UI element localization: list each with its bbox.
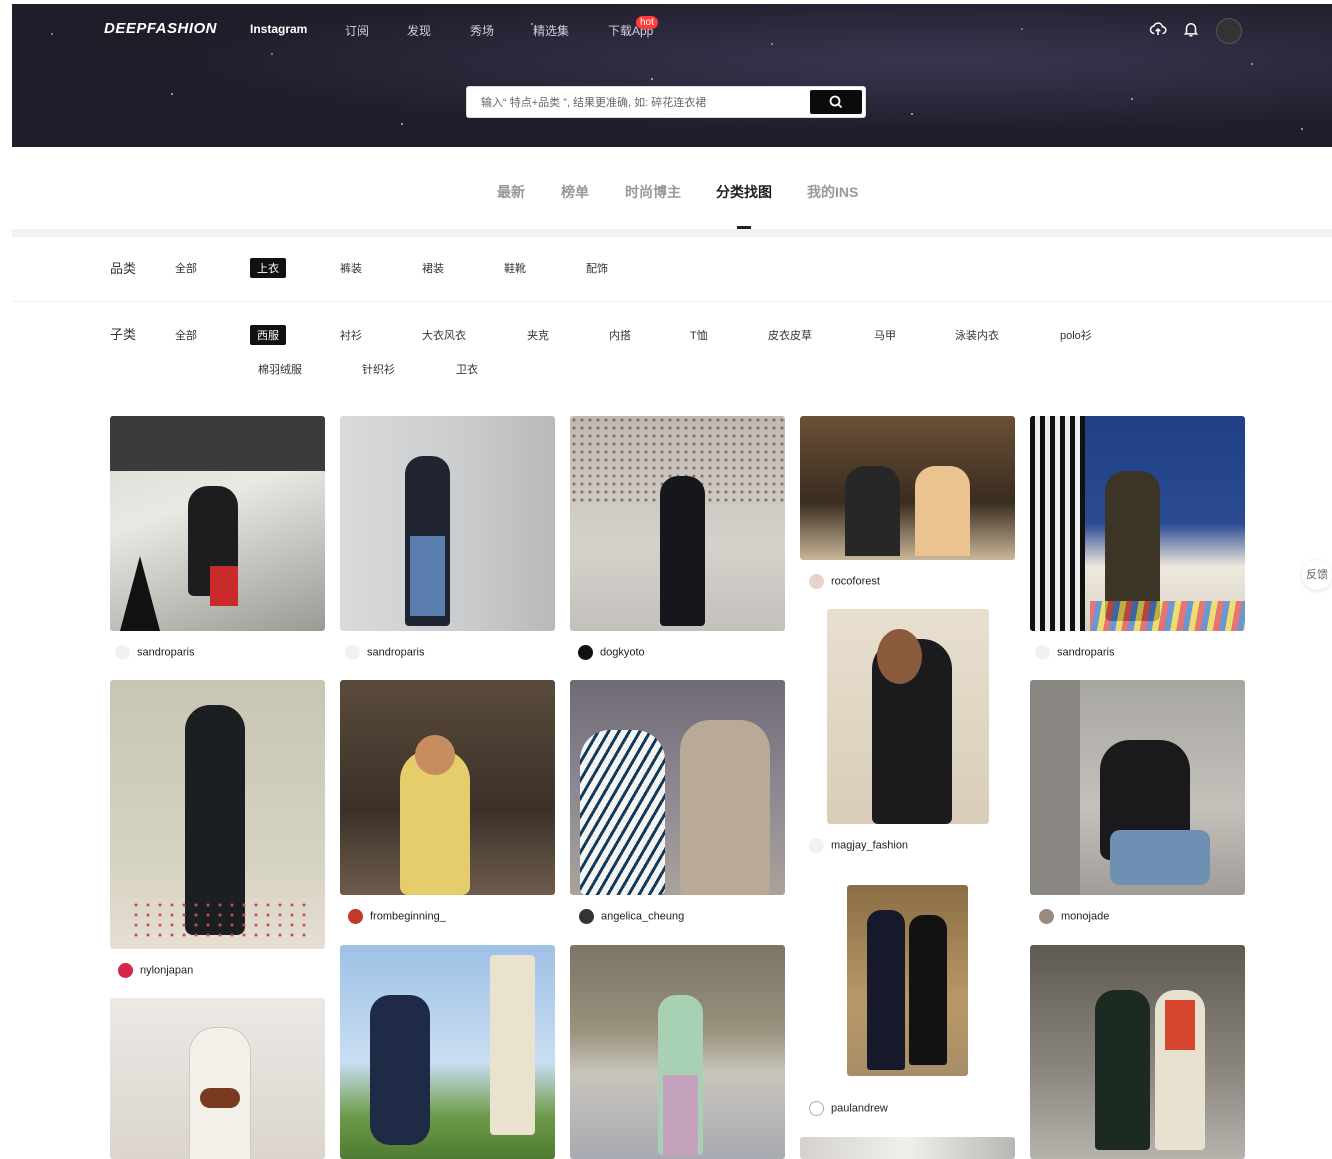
feed-user[interactable]: nylonjapan <box>118 963 193 978</box>
sub-option-jacket[interactable]: 夹克 <box>527 327 549 343</box>
feed-photo[interactable] <box>570 416 785 631</box>
section-tabs: 最新 榜单 时尚博主 分类找图 我的INS <box>0 182 1332 202</box>
feed-user[interactable]: frombeginning_ <box>348 909 446 924</box>
sub-option-polo[interactable]: polo衫 <box>1060 327 1092 343</box>
category-option-skirts[interactable]: 裙装 <box>422 260 444 276</box>
sub-option-all[interactable]: 全部 <box>175 327 197 343</box>
user-avatar <box>809 838 824 853</box>
feed-photo[interactable] <box>1030 680 1245 895</box>
sub-option-coat[interactable]: 大衣风衣 <box>422 327 466 343</box>
hot-badge: hot <box>636 16 658 29</box>
category-label: 品类 <box>110 261 137 276</box>
search-bar <box>467 87 865 119</box>
feed-photo[interactable] <box>1030 416 1245 631</box>
feed-photo[interactable] <box>570 945 785 1159</box>
user-avatar <box>115 645 130 660</box>
feed-photo[interactable] <box>110 998 325 1159</box>
sub-option-suit[interactable]: 西服 <box>250 325 286 345</box>
category-option-pants[interactable]: 裤装 <box>340 260 362 276</box>
category-option-all[interactable]: 全部 <box>175 260 197 276</box>
sub-option-leather-fur[interactable]: 皮衣皮草 <box>768 327 812 343</box>
search-icon <box>829 95 843 109</box>
feed-photo[interactable] <box>827 609 989 824</box>
feed-photo[interactable] <box>340 680 555 895</box>
feed-photo[interactable] <box>800 1137 1015 1159</box>
tab-latest[interactable]: 最新 <box>497 182 525 202</box>
tab-bloggers[interactable]: 时尚博主 <box>625 182 681 202</box>
feed-photo[interactable] <box>340 416 555 631</box>
feed-user[interactable]: sandroparis <box>115 645 194 660</box>
site-logo[interactable]: DEEPFASHION <box>104 20 217 37</box>
tab-my-ins[interactable]: 我的INS <box>807 182 858 202</box>
bell-icon[interactable] <box>1182 20 1200 38</box>
category-option-shoes[interactable]: 鞋靴 <box>504 260 526 276</box>
feed-photo[interactable] <box>847 885 968 1076</box>
sub-option-down[interactable]: 棉羽绒服 <box>258 361 302 377</box>
feed-user[interactable]: sandroparis <box>345 645 424 660</box>
feed-photo[interactable] <box>570 680 785 895</box>
sub-option-vest[interactable]: 马甲 <box>874 327 896 343</box>
feed-user[interactable]: rocoforest <box>809 574 880 589</box>
feedback-button[interactable]: 反馈 <box>1302 560 1332 590</box>
feed-photo[interactable] <box>800 416 1015 560</box>
nav-collections[interactable]: 精选集 <box>533 22 569 39</box>
feed-user[interactable]: sandroparis <box>1035 645 1114 660</box>
feed-photo[interactable] <box>110 416 325 631</box>
search-button[interactable] <box>810 90 862 114</box>
sub-option-shirt[interactable]: 衬衫 <box>340 327 362 343</box>
nav-discover[interactable]: 发现 <box>407 22 431 39</box>
user-avatar <box>345 645 360 660</box>
feed-user[interactable]: angelica_cheung <box>579 909 684 924</box>
category-option-tops[interactable]: 上衣 <box>250 258 286 278</box>
sub-option-knit[interactable]: 针织衫 <box>362 361 395 377</box>
user-avatar <box>348 909 363 924</box>
user-avatar <box>809 1101 824 1116</box>
sub-option-tshirt[interactable]: T恤 <box>690 327 708 343</box>
user-avatar <box>578 645 593 660</box>
feed-photo[interactable] <box>1030 945 1245 1159</box>
sub-option-hoodie[interactable]: 卫衣 <box>456 361 478 377</box>
search-input[interactable] <box>479 87 803 119</box>
user-avatar <box>1035 645 1050 660</box>
user-avatar <box>809 574 824 589</box>
subcategory-label: 子类 <box>110 327 137 342</box>
nav-runway[interactable]: 秀场 <box>470 22 494 39</box>
tab-ranking[interactable]: 榜单 <box>561 182 589 202</box>
feed-user[interactable]: dogkyoto <box>578 645 645 660</box>
section-divider <box>12 229 1332 237</box>
feed-user[interactable]: magjay_fashion <box>809 838 908 853</box>
nav-instagram[interactable]: Instagram <box>250 22 307 36</box>
feed-user[interactable]: monojade <box>1039 909 1109 924</box>
user-avatar <box>1039 909 1054 924</box>
tab-category-search[interactable]: 分类找图 <box>716 182 772 202</box>
user-avatar <box>118 963 133 978</box>
nav-subscribe[interactable]: 订阅 <box>345 22 369 39</box>
feed-photo[interactable] <box>340 945 555 1159</box>
feed-user[interactable]: paulandrew <box>809 1101 888 1116</box>
category-option-accessories[interactable]: 配饰 <box>586 260 608 276</box>
sub-option-inner[interactable]: 内搭 <box>609 327 631 343</box>
cloud-upload-icon[interactable] <box>1149 20 1167 38</box>
user-avatar <box>579 909 594 924</box>
feed-photo[interactable] <box>110 680 325 949</box>
avatar[interactable] <box>1216 18 1242 44</box>
filter-divider <box>12 301 1332 302</box>
sub-option-swimwear[interactable]: 泳装内衣 <box>955 327 999 343</box>
